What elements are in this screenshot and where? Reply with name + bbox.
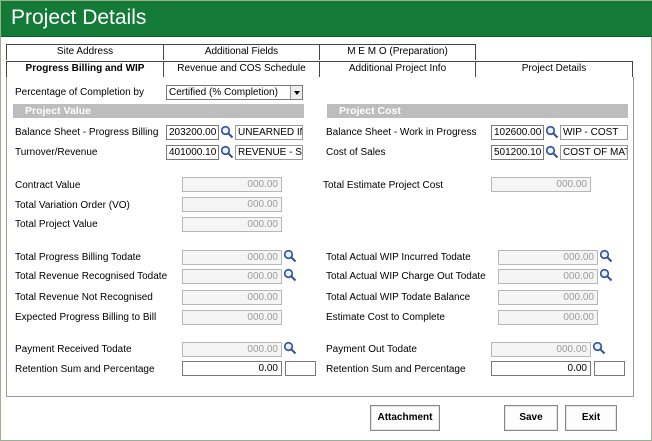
tab-row-upper: Site Address Additional Fields M E M O (… [6,44,476,60]
expected-progress-billing-label: Expected Progress Billing to Bill [15,312,157,323]
tab-memo-preparation[interactable]: M E M O (Preparation) [319,44,476,60]
search-icon[interactable] [545,145,559,159]
tab-additional-fields[interactable]: Additional Fields [163,44,320,60]
wip-balance-field: 000.00 [498,290,598,305]
retention-left-percentage[interactable] [285,361,316,376]
contract-value-label: Contract Value [15,180,81,191]
revenue-not-recognised-field: 000.00 [182,290,282,305]
variation-order-field: 000.00 [182,197,282,212]
completion-value: Certified (% Completion) [169,87,278,98]
bs-wip-name: WIP - COST [560,125,628,140]
search-icon[interactable] [220,145,234,159]
cost-of-sales-code[interactable]: 501200.10 [491,145,544,160]
tab-additional-project-info[interactable]: Additional Project Info [319,61,476,77]
revenue-not-recognised-label: Total Revenue Not Recognised [15,292,153,303]
bs-wip-code[interactable]: 102600.00 [491,125,544,140]
payment-received-label: Payment Received Todate [15,344,132,355]
attachment-button[interactable]: Attachment [370,405,440,431]
payment-out-field: 000.00 [491,342,591,357]
search-icon[interactable] [283,268,297,282]
tab-project-details[interactable]: Project Details [475,61,633,77]
search-icon[interactable] [283,341,297,355]
exit-button-label: Exit [581,412,601,423]
contract-value-field: 000.00 [182,177,282,192]
retention-left-label: Retention Sum and Percentage [15,364,155,375]
bs-progress-billing-label: Balance Sheet - Progress Billing [15,127,159,138]
cost-of-sales-name: COST OF MAT [560,145,628,160]
cost-to-complete-label: Estimate Cost to Complete [326,312,445,323]
title-bar: Project Details [1,1,652,37]
chevron-down-icon[interactable] [290,86,302,99]
turnover-code[interactable]: 401000.10 [166,145,219,160]
retention-right-percentage[interactable] [594,361,625,376]
window-title: Project Details [11,6,147,29]
wip-charge-out-label: Total Actual WIP Charge Out Todate [326,271,486,282]
bs-progress-billing-name: UNEARNED INC [235,125,303,140]
turnover-name: REVENUE - SL [235,145,303,160]
bs-wip-label: Balance Sheet - Work in Progress [326,127,477,138]
search-icon[interactable] [220,125,234,139]
revenue-recognised-field: 000.00 [182,269,282,284]
cost-to-complete-field: 000.00 [498,310,598,325]
retention-right-label: Retention Sum and Percentage [326,364,466,375]
search-icon[interactable] [599,268,613,282]
project-cost-header: Project Cost [327,104,628,118]
save-button-label: Save [519,412,543,423]
retention-left-sum[interactable]: 0.00 [182,361,282,376]
wip-incurred-label: Total Actual WIP Incurred Todate [326,252,471,263]
payment-received-field: 000.00 [182,342,282,357]
estimate-cost-label: Total Estimate Project Cost [323,180,444,191]
exit-button[interactable]: Exit [565,405,617,431]
completion-select[interactable]: Certified (% Completion) [166,85,303,100]
completion-label: Percentage of Completion by [15,87,144,98]
wip-balance-label: Total Actual WIP Todate Balance [326,292,471,303]
cost-of-sales-label: Cost of Sales [326,147,386,158]
estimate-cost-field: 000.00 [491,177,591,192]
tab-progress-billing-wip[interactable]: Progress Billing and WIP [6,61,164,77]
search-icon[interactable] [545,125,559,139]
variation-order-label: Total Variation Order (VO) [15,200,130,211]
save-button[interactable]: Save [504,405,558,431]
attachment-button-label: Attachment [377,412,433,423]
tab-row-lower: Progress Billing and WIP Revenue and COS… [6,61,633,77]
project-value-label: Total Project Value [15,219,98,230]
turnover-label: Turnover/Revenue [15,147,98,158]
bs-progress-billing-code[interactable]: 203200.00 [166,125,219,140]
project-value-header: Project Value [13,104,304,118]
wip-charge-out-field: 000.00 [498,269,598,284]
payment-out-label: Payment Out Todate [326,344,417,355]
project-value-field: 000.00 [182,217,282,232]
search-icon[interactable] [592,341,606,355]
progress-billing-todate-label: Total Progress Billing Todate [15,252,141,263]
revenue-recognised-label: Total Revenue Recognised Todate [15,271,168,282]
retention-right-sum[interactable]: 0.00 [491,361,591,376]
search-icon[interactable] [599,249,613,263]
wip-incurred-field: 000.00 [498,250,598,265]
tab-revenue-cos-schedule[interactable]: Revenue and COS Schedule [163,61,320,77]
tab-site-address[interactable]: Site Address [6,44,164,60]
project-details-window: Project Details Site Address Additional … [0,0,652,441]
progress-billing-todate-field: 000.00 [182,250,282,265]
expected-progress-billing-field: 000.00 [182,310,282,325]
search-icon[interactable] [283,249,297,263]
